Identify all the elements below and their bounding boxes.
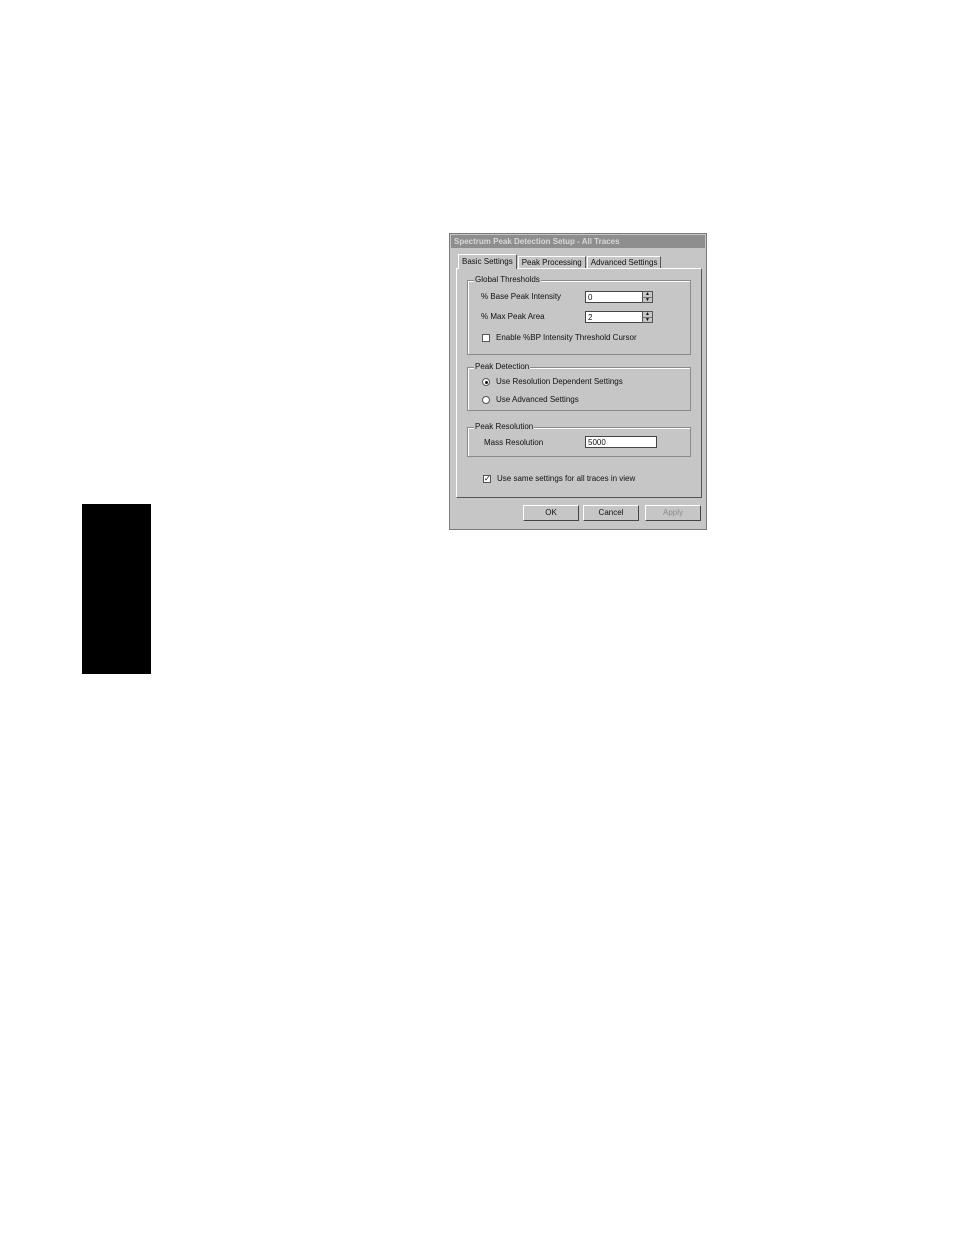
enable-cursor-checkbox[interactable] [482, 334, 490, 342]
peak-resolution-title: Peak Resolution [474, 422, 535, 432]
peak-detection-dialog: Spectrum Peak Detection Setup - All Trac… [449, 233, 707, 530]
spin-down-icon[interactable]: ▼ [643, 297, 652, 303]
mass-resolution-label: Mass Resolution [484, 438, 544, 447]
peak-detection-title: Peak Detection [474, 362, 531, 372]
same-settings-label[interactable]: Use same settings for all traces in view [497, 474, 635, 484]
global-thresholds-group: Global Thresholds % Base Peak Intensity … [467, 275, 691, 355]
base-peak-input[interactable] [585, 291, 643, 303]
resolution-dependent-label[interactable]: Use Resolution Dependent Settings [496, 377, 623, 387]
page: Spectrum Peak Detection Setup - All Trac… [0, 0, 954, 1235]
max-peak-area-input[interactable] [585, 311, 643, 323]
advanced-settings-label[interactable]: Use Advanced Settings [496, 395, 579, 405]
spin-down-icon[interactable]: ▼ [643, 317, 652, 323]
max-peak-area-spinner[interactable]: ▲ ▼ [642, 311, 653, 323]
enable-cursor-label[interactable]: Enable %BP Intensity Threshold Cursor [496, 333, 637, 343]
cancel-button[interactable]: Cancel [583, 505, 639, 521]
advanced-settings-radio[interactable] [482, 396, 490, 404]
mass-resolution-input[interactable] [585, 436, 657, 448]
resolution-dependent-radio[interactable] [482, 378, 490, 386]
peak-resolution-group: Peak Resolution Mass Resolution [467, 422, 691, 457]
tab-strip: Basic Settings Peak Processing Advanced … [458, 254, 662, 269]
tab-basic-settings[interactable]: Basic Settings [458, 254, 517, 269]
basic-settings-panel: Global Thresholds % Base Peak Intensity … [456, 268, 702, 498]
peak-detection-group: Peak Detection Use Resolution Dependent … [467, 362, 691, 411]
apply-button[interactable]: Apply [645, 505, 701, 521]
max-peak-area-label: % Max Peak Area [481, 312, 545, 321]
same-settings-checkbox[interactable]: ✓ [483, 475, 491, 483]
base-peak-label: % Base Peak Intensity [481, 292, 562, 301]
dialog-title: Spectrum Peak Detection Setup - All Trac… [451, 235, 705, 248]
ok-button[interactable]: OK [523, 505, 579, 521]
side-tab-marker [82, 504, 151, 674]
base-peak-spinner[interactable]: ▲ ▼ [642, 291, 653, 303]
global-thresholds-title: Global Thresholds [474, 275, 541, 285]
